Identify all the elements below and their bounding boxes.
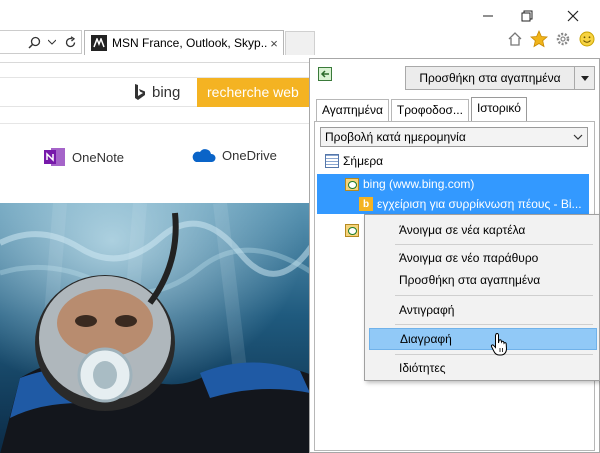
dropdown-triangle-icon [580,75,589,81]
site-folder-icon [345,223,359,237]
hand-cursor-icon [490,333,508,356]
calendar-icon [325,154,339,168]
tab-history[interactable]: Ιστορικό [470,97,527,121]
tab-feeds[interactable]: Τροφοδοσ... [390,99,469,121]
history-view-select[interactable]: Προβολή κατά ημερομηνία [320,127,588,147]
refresh-icon[interactable] [63,34,77,50]
restore-button[interactable] [517,6,537,26]
onenote-label: OneNote [72,149,125,165]
favorites-star-icon[interactable] [530,30,548,48]
site-folder-icon [345,177,359,191]
bing-search-bar: bing recherche web [0,77,320,107]
dropdown-chevron-icon[interactable] [45,34,59,50]
address-bar[interactable] [0,30,82,54]
pane-tabs: Αγαπημένα Τροφοδοσ... Ιστορικό [316,97,529,121]
home-icon[interactable] [506,30,524,48]
history-site-node-2[interactable] [345,220,363,240]
bing-logo-text: bing [152,83,181,101]
onedrive-link[interactable]: OneDrive [190,147,277,163]
menu-open-new-window[interactable]: Άνοιγμα σε νέο παράθυρο [369,247,597,269]
add-to-favorites-button[interactable]: Προσθήκη στα αγαπημένα [405,66,575,90]
onedrive-label: OneDrive [222,147,277,163]
bing-logo-icon [135,84,145,100]
history-today-label: Σήμερα [343,154,384,168]
menu-separator [395,324,593,325]
minimize-button[interactable] [478,6,498,26]
settings-gear-icon[interactable] [554,30,572,48]
msn-icon [91,35,107,51]
onedrive-icon [192,149,216,162]
search-icon[interactable] [27,34,41,50]
menu-delete[interactable]: Διαγραφή [369,328,597,350]
menu-separator [395,295,593,296]
browser-chrome: MSN France, Outlook, Skyp... × [0,0,600,62]
close-icon [567,10,579,22]
tab-favorites[interactable]: Αγαπημένα [316,99,389,121]
new-tab-button[interactable] [285,31,315,55]
minimize-icon [483,15,493,17]
onenote-icon [44,148,65,166]
menu-separator [395,244,593,245]
context-menu: Άνοιγμα σε νέα καρτέλα Άνοιγμα σε νέο πα… [364,214,600,381]
bing-favicon-icon: b [359,197,373,211]
bing-search-button[interactable]: recherche web [197,78,320,107]
history-site-label: bing (www.bing.com) [363,177,475,191]
divider [0,123,320,124]
menu-properties[interactable]: Ιδιότητες [369,357,597,379]
restore-icon [521,10,533,22]
add-to-favorites-dropdown[interactable] [575,66,595,90]
history-view-value: Προβολή κατά ημερομηνία [325,130,466,144]
history-today-node[interactable]: Σήμερα [325,151,383,171]
chevron-down-icon [573,128,583,153]
menu-open-new-tab[interactable]: Άνοιγμα σε νέα καρτέλα [369,219,597,241]
smiley-icon[interactable] [578,30,596,48]
tab-title: MSN France, Outlook, Skyp... [112,36,267,50]
history-page-label: εγχείριση για συρρίκνωση πέους - Bi... [377,197,582,211]
history-page-item[interactable]: b εγχείριση για συρρίκνωση πέους - Bi... [317,194,589,214]
menu-copy[interactable]: Αντιγραφή [369,299,597,321]
browser-tab[interactable]: MSN France, Outlook, Skyp... × [84,30,284,55]
pin-arrow-icon [320,70,329,78]
menu-add-to-favorites[interactable]: Προσθήκη στα αγαπημένα [369,269,597,291]
close-window-button[interactable] [563,6,583,26]
bing-logo[interactable]: bing [134,83,180,101]
onenote-link[interactable]: OneNote [44,147,124,167]
tab-close-button[interactable]: × [267,36,281,51]
pin-pane-button[interactable] [318,67,332,81]
web-page: bing recherche web OneNote OneDrive [0,62,320,453]
hero-photo-snorkeler[interactable] [0,203,320,453]
history-site-node[interactable]: bing (www.bing.com) [317,174,589,194]
